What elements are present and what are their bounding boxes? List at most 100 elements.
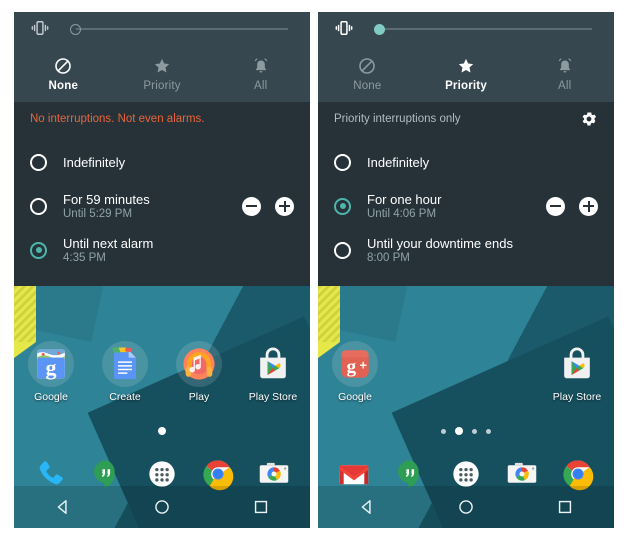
screenshot-stage: None Priority All No interruptions. Not eve… [0, 0, 628, 550]
slider-track [380, 28, 592, 30]
option-title: Until your downtime ends [367, 236, 513, 251]
option-title: For 59 minutes [63, 192, 150, 207]
phone-screenshot-left: None Priority All No interruptions. Not eve… [14, 12, 310, 528]
interruption-mode-tabs: None Priority All [14, 46, 310, 102]
star-icon [152, 56, 172, 76]
radio-button[interactable] [334, 197, 351, 215]
option-subtitle: 8:00 PM [367, 252, 410, 264]
tab-label: None [48, 80, 79, 92]
home-icon[interactable] [152, 497, 172, 517]
volume-slider[interactable] [366, 18, 598, 40]
home-icon[interactable] [456, 497, 476, 517]
bell-icon [251, 56, 271, 76]
play-store-icon [251, 342, 295, 386]
page-indicator [318, 427, 614, 435]
page-dot [486, 428, 491, 434]
slider-handle[interactable] [374, 23, 385, 35]
option-text: Indefinitely [63, 155, 294, 170]
slider-track [76, 28, 288, 30]
app-icon-google[interactable]: g + Google [318, 341, 392, 403]
option-text: Until next alarm 4:35 PM [63, 236, 294, 264]
tab-label: All [557, 80, 572, 92]
recents-icon[interactable] [555, 497, 575, 517]
mode-status-row: No interruptions. Not even alarms. [14, 102, 310, 136]
home-app-row: g Google Create Play Play Store [14, 341, 310, 403]
app-label: Create [109, 391, 141, 403]
vibrate-icon[interactable] [30, 18, 52, 40]
empty-app-slot [392, 342, 466, 403]
tab-all[interactable]: All [515, 46, 614, 102]
star-icon [456, 56, 476, 76]
tab-priority[interactable]: Priority [113, 46, 212, 102]
gear-icon[interactable] [580, 110, 598, 128]
radio-button[interactable] [334, 241, 351, 259]
app-icon-play[interactable]: Play [162, 341, 236, 403]
app-icon-play-store[interactable]: Play Store [236, 342, 310, 403]
google-plus-icon: g + [332, 341, 378, 387]
option-subtitle: Until 4:06 PM [367, 208, 437, 220]
navigation-bar [14, 486, 310, 528]
option-subtitle: 4:35 PM [63, 252, 106, 264]
duration-option-row[interactable]: Indefinitely [14, 140, 310, 184]
duration-steppers [242, 196, 294, 216]
tab-none[interactable]: None [318, 46, 417, 102]
vibrate-icon[interactable] [334, 18, 356, 40]
app-icon-google[interactable]: g Google [14, 341, 88, 403]
quick-settings-panel: None Priority All No interruptions. Not eve… [14, 12, 310, 286]
minus-button[interactable] [242, 196, 261, 216]
option-title: Indefinitely [367, 154, 430, 170]
radio-button[interactable] [30, 241, 47, 259]
app-label: Play Store [552, 391, 602, 403]
app-label: Google [34, 391, 68, 403]
plus-button[interactable] [579, 196, 598, 216]
tab-label: None [353, 80, 382, 92]
tab-all[interactable]: All [211, 46, 310, 102]
page-indicator [14, 427, 310, 435]
mode-status-text: No interruptions. Not even alarms. [30, 113, 205, 125]
radio-button[interactable] [30, 197, 47, 215]
tab-label: Priority [143, 80, 181, 92]
quick-settings-panel: None Priority All Priority interruptions on… [318, 12, 614, 286]
radio-button[interactable] [334, 153, 351, 171]
plus-button[interactable] [275, 196, 294, 216]
mode-status-row: Priority interruptions only [318, 102, 614, 136]
slider-handle[interactable] [70, 23, 81, 35]
volume-slider[interactable] [62, 18, 294, 40]
tab-priority[interactable]: Priority [417, 46, 516, 102]
option-subtitle: Until 5:29 PM [63, 208, 133, 220]
block-icon [357, 56, 377, 76]
option-text: Indefinitely [367, 155, 598, 170]
duration-options-list: Indefinitely For one hour Until 4:06 PM Unt… [318, 136, 614, 286]
play-store-icon [555, 342, 599, 386]
bell-icon [555, 56, 575, 76]
app-icon-play-store[interactable]: Play Store [540, 342, 614, 403]
volume-row [14, 12, 310, 46]
duration-options-list: Indefinitely For 59 minutes Until 5:29 PM U… [14, 136, 310, 286]
volume-row [318, 12, 614, 46]
radio-button[interactable] [30, 153, 47, 171]
option-text: Until your downtime ends 8:00 PM [367, 236, 598, 264]
tab-label: All [253, 80, 268, 92]
duration-option-row[interactable]: For 59 minutes Until 5:29 PM [14, 184, 310, 228]
tab-none[interactable]: None [14, 46, 113, 102]
interruption-mode-tabs: None Priority All [318, 46, 614, 102]
recents-icon[interactable] [251, 497, 271, 517]
page-dot [472, 428, 477, 434]
duration-option-row[interactable]: Until next alarm 4:35 PM [14, 228, 310, 272]
play-music-icon [176, 341, 222, 387]
duration-steppers [546, 196, 598, 216]
duration-option-row[interactable]: Indefinitely [318, 140, 614, 184]
duration-option-row[interactable]: Until your downtime ends 8:00 PM [318, 228, 614, 272]
duration-option-row[interactable]: For one hour Until 4:06 PM [318, 184, 614, 228]
google-docs-icon [102, 341, 148, 387]
option-title: For one hour [367, 192, 442, 207]
home-app-row: g + Google Play Store [318, 341, 614, 403]
back-icon[interactable] [357, 497, 377, 517]
minus-button[interactable] [546, 196, 565, 216]
block-icon [53, 56, 73, 76]
back-icon[interactable] [53, 497, 73, 517]
page-dot [158, 427, 166, 435]
app-label: Play [188, 391, 210, 403]
tab-label: Priority [445, 80, 487, 92]
app-icon-create[interactable]: Create [88, 341, 162, 403]
